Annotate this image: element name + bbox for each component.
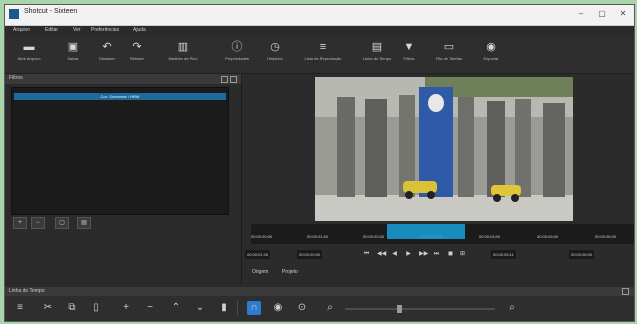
filters-list: Cor: Sombrear / HBW <box>11 87 229 215</box>
zoom-in-icon[interactable]: ⌕ <box>505 301 519 315</box>
redo-icon: ↷ <box>132 41 142 53</box>
fast-forward-icon[interactable]: ▶▶ <box>419 251 428 258</box>
timeline-panel-header: Linha do Tempo <box>5 287 634 296</box>
cut-icon[interactable]: ✂ <box>41 301 55 315</box>
filters-icon: ▼ <box>403 41 415 53</box>
ruler-tick-label: 00:00:05;00 <box>537 234 559 239</box>
minimize-button[interactable]: – <box>572 7 590 21</box>
filters-button[interactable]: ▼ Filtros <box>389 39 429 71</box>
open-icon: ▬ <box>23 41 35 53</box>
stop-icon[interactable]: ◼ <box>447 251 454 258</box>
filters-panel-title: Filtros <box>9 75 23 81</box>
selected-filter-label: Cor: Sombrear / HBW <box>100 94 140 99</box>
redo-button[interactable]: ↷ Refazer <box>117 39 157 71</box>
remove-icon[interactable]: − <box>143 301 157 315</box>
in-point-timecode: 00:00:00;00 <box>297 250 323 259</box>
grid-icon[interactable]: ⊞ <box>459 251 466 258</box>
copy-filter-button[interactable]: ▢ <box>55 217 69 229</box>
menu-edit[interactable]: Editar <box>45 27 58 33</box>
video-frame-image <box>315 77 573 221</box>
float-panel-icon[interactable] <box>221 76 228 83</box>
close-button[interactable]: ✕ <box>614 7 632 21</box>
paste-icon[interactable]: ▯ <box>89 301 103 315</box>
history-button[interactable]: ◷ Histórico <box>255 39 295 71</box>
timeline-toolbar: ≡ ✂ ⧉ ▯ + − ⌃ ⌄ ▮ ∩ ◉ ⊙ ⌕ ⌕ <box>5 296 634 321</box>
zoom-out-icon[interactable]: ⌕ <box>323 301 337 315</box>
player-controls: 00:00:01;26 00:00:00;00 ⏮ ◀◀ ◀ ▶ ▶▶ ⏭ ◼ … <box>243 247 634 265</box>
selected-filter-row[interactable]: Cor: Sombrear / HBW <box>14 93 226 100</box>
close-panel-icon[interactable] <box>230 76 237 83</box>
properties-icon: ⓘ <box>231 41 243 53</box>
timeline-panel-title: Linha do Tempo <box>9 288 45 294</box>
playlist-button[interactable]: ≡ Lista de Reprodução <box>303 39 343 71</box>
split-icon[interactable]: ▮ <box>217 301 231 315</box>
menu-file[interactable]: Arquivo <box>13 27 30 33</box>
menu-help[interactable]: Ajuda <box>133 27 146 33</box>
app-window: Shotcut - Sixteen – ▢ ✕ Arquivo Editar V… <box>4 4 635 322</box>
title-bar: Shotcut - Sixteen – ▢ ✕ <box>5 5 634 26</box>
snap-icon[interactable]: ∩ <box>247 301 261 315</box>
history-icon: ◷ <box>270 41 280 53</box>
deselect-filter-button[interactable]: ▤ <box>77 217 91 229</box>
filters-panel-header: Filtros <box>5 74 241 84</box>
window-title: Shotcut - Sixteen <box>24 8 78 15</box>
panel-splitter[interactable] <box>241 75 242 285</box>
ripple-icon[interactable]: ⊙ <box>295 301 309 315</box>
peak-meter-icon: ▥ <box>177 41 189 53</box>
export-button[interactable]: ◉ Exportar <box>471 39 511 71</box>
append-icon[interactable]: + <box>119 301 133 315</box>
properties-button[interactable]: ⓘ Propriedades <box>217 39 257 71</box>
skip-next-icon[interactable]: ⏭ <box>433 251 440 258</box>
jobs-button[interactable]: ▭ Fila de Tarefas <box>429 39 469 71</box>
out-point-timecode: 00:00:05;11 <box>491 250 516 259</box>
export-icon: ◉ <box>486 41 496 53</box>
skip-previous-icon[interactable]: ⏮ <box>363 251 370 258</box>
main-toolbar: ▬ Abrir Arquivo ▣ Salvar ↶ Desfazer ↷ Refaze… <box>5 37 634 74</box>
open-file-button[interactable]: ▬ Abrir Arquivo <box>9 39 49 71</box>
tab-source[interactable]: Origem <box>249 268 271 276</box>
ruler-tick-label: 00:00:02;00 <box>363 234 385 239</box>
ruler-tick-label: 00:00:06;00 <box>595 234 617 239</box>
video-preview <box>315 77 573 221</box>
ruler-tick-label: 00:00:04;00 <box>479 234 501 239</box>
peak-meter-button[interactable]: ▥ Medidor de Pico <box>163 39 203 71</box>
overwrite-icon[interactable]: ⌄ <box>193 301 207 315</box>
duration-timecode: 00:00:06;00 <box>569 250 595 259</box>
lift-icon[interactable]: ⌃ <box>169 301 183 315</box>
position-timecode[interactable]: 00:00:01;26 <box>245 250 271 259</box>
maximize-button[interactable]: ▢ <box>593 7 611 21</box>
copy-icon[interactable]: ⧉ <box>65 301 79 315</box>
ruler-tick-label: 00:00:00;00 <box>251 234 273 239</box>
float-panel-icon[interactable] <box>622 288 629 295</box>
menu-icon[interactable]: ≡ <box>13 301 27 315</box>
menu-bar: Arquivo Editar Ver Preferências Ajuda <box>5 26 634 37</box>
step-back-icon[interactable]: ◀ <box>391 251 398 258</box>
menu-settings[interactable]: Preferências <box>91 27 119 33</box>
jobs-icon: ▭ <box>443 41 455 53</box>
rewind-icon[interactable]: ◀◀ <box>377 251 386 258</box>
add-filter-button[interactable]: + <box>13 217 27 229</box>
tab-project[interactable]: Projeto <box>279 268 301 276</box>
app-logo-icon <box>9 9 19 19</box>
menu-view[interactable]: Ver <box>73 27 81 33</box>
scrub-icon[interactable]: ◉ <box>271 301 285 315</box>
ruler-tick-label: 00:00:01;00 <box>307 234 329 239</box>
zoom-slider[interactable] <box>345 308 495 310</box>
playlist-icon: ≡ <box>319 41 327 53</box>
zoom-slider-handle[interactable] <box>397 305 402 313</box>
toolbar-divider <box>237 300 238 316</box>
remove-filter-button[interactable]: − <box>31 217 45 229</box>
play-icon[interactable]: ▶ <box>405 251 412 258</box>
in-out-selection[interactable] <box>387 224 465 239</box>
